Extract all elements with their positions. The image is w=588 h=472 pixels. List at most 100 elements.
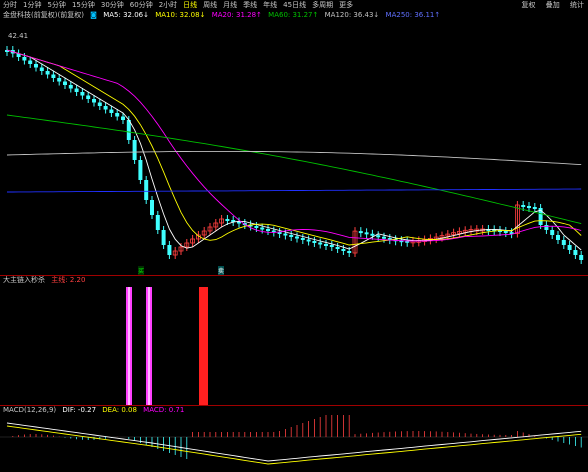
macd-title: MACD(12,26,9) — [3, 406, 57, 414]
candle-body — [266, 229, 270, 231]
candle-body — [295, 236, 299, 239]
sell-signal-marker: 卖 — [218, 266, 225, 275]
period-tab[interactable]: 周线 — [203, 0, 217, 10]
macd-dea: DEA: 0.08 — [102, 406, 137, 414]
candle-body — [115, 113, 120, 117]
period-tab[interactable]: 60分钟 — [130, 0, 153, 10]
candle-body — [144, 180, 149, 200]
candle-body — [161, 230, 166, 245]
period-tab[interactable]: 2小时 — [159, 0, 177, 10]
high-price-label: 42.41 — [8, 32, 29, 40]
candle-body — [138, 160, 143, 180]
candle-body — [68, 85, 73, 89]
candle-body — [155, 215, 160, 230]
candle-body — [312, 241, 317, 243]
period-tab[interactable]: 分时 — [3, 0, 17, 10]
ma60-line — [6, 114, 582, 225]
indicator-title: 大主链入秒杀 — [3, 276, 45, 284]
candle-body — [254, 226, 259, 228]
candle-body — [364, 232, 369, 235]
candle-body — [39, 67, 44, 71]
macd-dif: DIF: -0.27 — [62, 406, 97, 414]
ma250-line — [7, 188, 582, 193]
candle-body — [561, 240, 566, 245]
period-tab[interactable]: 45日线 — [283, 0, 306, 10]
candle-body — [550, 230, 555, 235]
candle-body — [544, 225, 549, 230]
ma20-line — [6, 49, 582, 242]
candle-body — [86, 95, 91, 99]
ma5-line — [6, 49, 582, 251]
candle-body — [579, 255, 584, 260]
ma250-value: MA250: 36.11↑ — [385, 11, 441, 19]
indicator-info: 大主链入秒杀 主线: 2.20 — [3, 276, 89, 285]
candle-body — [92, 99, 96, 103]
chart-title: 金盘科技(前复权)(前复权) — [3, 11, 84, 19]
candle-body — [225, 219, 230, 221]
candle-body — [556, 235, 560, 240]
candle-body — [28, 60, 33, 64]
period-tab[interactable]: 年线 — [263, 0, 277, 10]
candle-body — [80, 92, 85, 96]
candle-body — [63, 81, 67, 85]
period-tab[interactable]: 日线 — [183, 0, 197, 10]
candle-body — [97, 102, 102, 106]
macd-bar-value: MACD: 0.71 — [143, 406, 185, 414]
candle-body — [45, 71, 50, 75]
ma10-value: MA10: 32.08↓ — [155, 11, 206, 19]
candle-body — [283, 233, 288, 236]
candlestick-chart[interactable] — [0, 20, 588, 278]
candle-body — [57, 78, 62, 82]
candle-body — [121, 116, 125, 120]
candle-body — [347, 251, 352, 253]
ma10-line — [6, 49, 582, 246]
period-tab[interactable]: 1分钟 — [23, 0, 41, 10]
candle-body — [382, 236, 386, 239]
period-tab[interactable]: 15分钟 — [72, 0, 95, 10]
period-tab[interactable]: 季线 — [243, 0, 257, 10]
candle-body — [324, 244, 328, 246]
candle-body — [167, 245, 172, 255]
signal-bar-red — [199, 287, 208, 405]
period-tab[interactable]: 多周期 — [312, 0, 333, 10]
candle-body — [289, 235, 294, 237]
macd-chart — [0, 415, 588, 465]
toolbar-right-links: 复权 叠加 统计 — [514, 0, 584, 10]
link-restore-rights[interactable]: 复权 — [522, 1, 536, 9]
ma120-value: MA120: 36.43↓ — [324, 11, 380, 19]
candle-body — [370, 233, 375, 236]
candle-body — [300, 238, 305, 240]
candle-body — [318, 242, 323, 245]
candle-body — [532, 207, 537, 209]
signal-bar-highlight — [148, 287, 150, 405]
candle-body — [335, 247, 340, 249]
link-overlay[interactable]: 叠加 — [546, 1, 560, 9]
ma20-value: MA20: 31.28↑ — [211, 11, 262, 19]
main-chart-info: 金盘科技(前复权)(前复权) ◙ MA5: 32.06↓ MA10: 32.08… — [3, 11, 444, 20]
period-tab[interactable]: 月线 — [223, 0, 237, 10]
buy-signal-marker: 买 — [138, 266, 145, 275]
candle-body — [306, 239, 311, 242]
ma120-line — [6, 150, 582, 166]
period-tab[interactable]: 5分钟 — [47, 0, 65, 10]
candle-body — [376, 235, 381, 238]
candle-body — [567, 245, 572, 250]
macd-info: MACD(12,26,9) DIF: -0.27 DEA: 0.08 MACD:… — [3, 406, 188, 415]
candle-body — [341, 249, 346, 251]
candle-body — [74, 88, 79, 92]
ma60-value: MA60: 31.27↑ — [268, 11, 319, 19]
ma5-value: MA5: 32.06↓ — [103, 11, 149, 19]
link-stats[interactable]: 统计 — [570, 1, 584, 9]
candle-body — [521, 205, 526, 207]
candle-body — [503, 230, 508, 233]
signal-bar-highlight — [128, 287, 130, 405]
indicator-chart — [126, 287, 208, 405]
candle-body — [527, 206, 531, 208]
candle-body — [34, 64, 38, 68]
period-tab[interactable]: 30分钟 — [101, 0, 124, 10]
candle-body — [22, 57, 27, 61]
settings-icon[interactable]: ◙ — [90, 11, 97, 19]
candle-body — [329, 245, 334, 247]
period-tab[interactable]: 更多 — [339, 0, 353, 10]
candle-body — [150, 200, 154, 215]
